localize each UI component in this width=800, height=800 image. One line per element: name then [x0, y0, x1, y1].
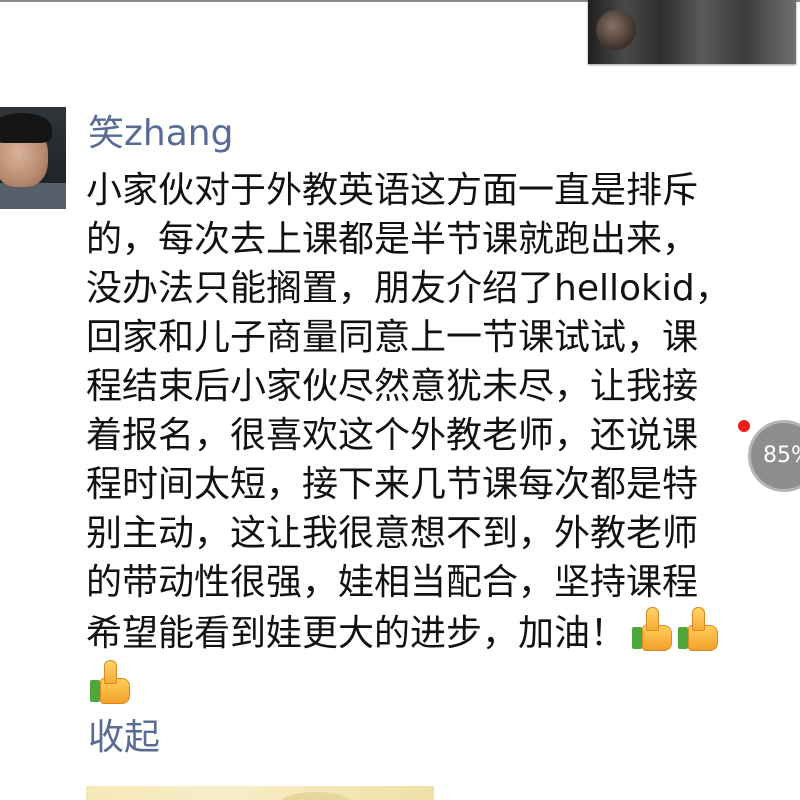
- avatar[interactable]: [0, 107, 66, 209]
- comment-line: 程时间太短，接下来几节课每次都是特: [86, 464, 699, 505]
- comment-screen: 笑zhang 小家伙对于外教英语这方面一直是排斥 的，每次去上课都是半节课就跑出…: [0, 0, 800, 800]
- thumbs-up-icon: [678, 607, 719, 651]
- comment-line: 别主动，这让我很意想不到，外教老师: [86, 513, 699, 554]
- thumbs-up-icon: [90, 660, 130, 704]
- collapse-link[interactable]: 收起: [88, 714, 160, 762]
- notification-dot: [738, 420, 750, 432]
- comment-line: 的，每次去上课都是半节课就跑出来，: [86, 219, 699, 260]
- author-name[interactable]: 笑zhang: [88, 110, 233, 158]
- previous-post-image[interactable]: [588, 0, 796, 64]
- comment-line: 没办法只能搁置，朋友介绍了hellokid，: [86, 268, 731, 309]
- avatar-hair: [0, 113, 52, 143]
- comment-line: 回家和儿子商量同意上一节课试试，课: [86, 317, 699, 358]
- comment-line-text: 希望能看到娃更大的进步，加油！: [86, 613, 627, 654]
- avatar-shirt: [0, 183, 66, 209]
- comment-line-last: 希望能看到娃更大的进步，加油！: [86, 607, 776, 656]
- progress-text: 85%: [763, 443, 800, 468]
- emoji-line: [86, 656, 776, 709]
- comment-line: 着报名，很喜欢这个外教老师，还说课: [86, 415, 699, 456]
- thumbs-up-icon: [632, 607, 673, 651]
- comment-body: 小家伙对于外教英语这方面一直是排斥 的，每次去上课都是半节课就跑出来， 没办法只…: [86, 166, 776, 709]
- comment-line: 小家伙对于外教英语这方面一直是排斥: [86, 170, 699, 211]
- comment-line: 程结束后小家伙尽然意犹未尽，让我接: [86, 366, 699, 407]
- comment-line: 的带动性很强，娃相当配合，坚持课程: [86, 562, 699, 603]
- next-post-image[interactable]: [86, 786, 434, 800]
